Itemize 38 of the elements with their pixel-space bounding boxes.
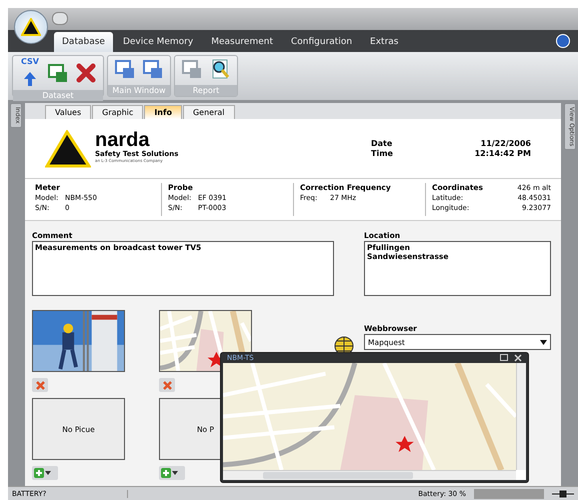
stamp-value: 11/22/2006 xyxy=(480,138,531,148)
delete-icon xyxy=(36,380,44,390)
logo-triangle-icon xyxy=(45,130,91,168)
remove-picture-button[interactable] xyxy=(32,378,48,392)
group-label: Dataset xyxy=(13,90,103,101)
ribbon-tab[interactable]: Database xyxy=(54,32,113,52)
stamp-label: Date xyxy=(371,138,394,148)
logo-name: narda xyxy=(95,130,151,150)
maximize-icon[interactable] xyxy=(500,354,508,362)
ribbon-tab[interactable]: Measurement xyxy=(203,32,281,52)
ribbon-tab[interactable]: Device Memory xyxy=(114,32,202,52)
add-picture-button[interactable] xyxy=(32,466,58,480)
plug-icon xyxy=(552,490,574,498)
caret-icon xyxy=(540,340,547,344)
vertical-scrollbar[interactable] xyxy=(516,362,526,470)
remove-picture-button[interactable] xyxy=(159,378,175,392)
csv-label: CSV xyxy=(21,58,39,66)
warning-triangle-icon xyxy=(21,18,41,36)
ribbon-tab[interactable]: Configuration xyxy=(283,32,360,52)
plus-icon xyxy=(161,468,171,478)
horizontal-scrollbar[interactable] xyxy=(223,470,516,480)
group-label: Report xyxy=(175,85,237,96)
stamp-value: 12:14:42 PM xyxy=(474,148,531,158)
group-label: Main Window xyxy=(108,85,170,96)
close-icon[interactable] xyxy=(514,354,522,362)
plus-icon xyxy=(34,468,44,478)
caret-icon xyxy=(45,471,51,475)
delete-icon xyxy=(162,380,172,390)
caret-icon xyxy=(172,471,178,475)
help-icon[interactable] xyxy=(556,34,570,48)
delete-icon[interactable] xyxy=(75,62,97,84)
add-picture-button[interactable] xyxy=(159,466,185,480)
view-tab[interactable]: Values xyxy=(45,105,92,119)
view-tab[interactable]: General xyxy=(182,105,234,119)
view-tab[interactable]: Info xyxy=(144,105,182,119)
view-tab[interactable]: Graphic xyxy=(92,105,144,119)
stamp-label: Time xyxy=(371,148,394,158)
ribbon-tab[interactable]: Extras xyxy=(362,32,406,52)
